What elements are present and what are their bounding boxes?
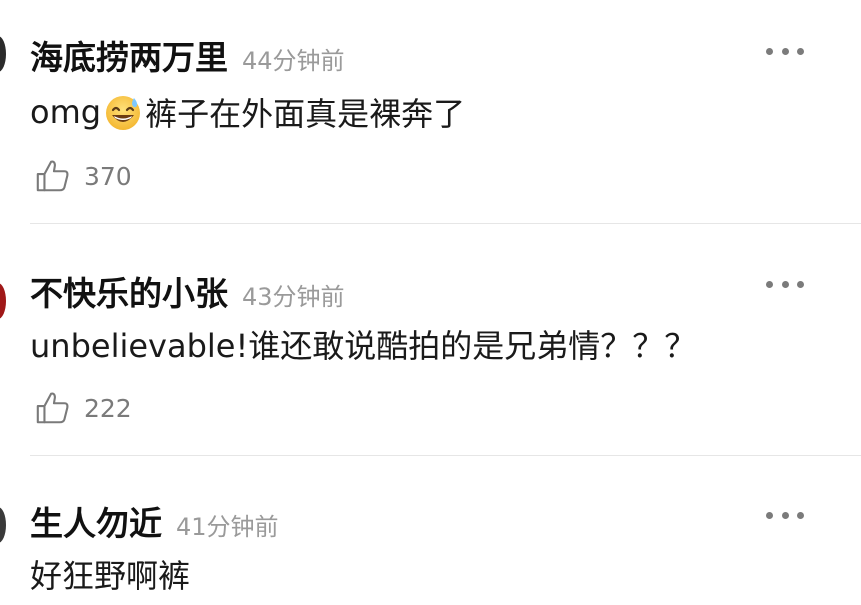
divider (30, 223, 861, 224)
like-button[interactable]: 222 (34, 389, 132, 427)
divider (30, 455, 861, 456)
more-options-button[interactable] (766, 46, 804, 56)
more-icon (781, 511, 789, 519)
comment-header: 生人勿近 41分钟前 (30, 497, 279, 545)
sweat-smile-emoji (106, 96, 141, 130)
comment-text-part: omg (30, 93, 102, 131)
timestamp: 41分钟前 (176, 513, 279, 541)
username[interactable]: 生人勿近 (30, 497, 162, 545)
more-icon (797, 511, 804, 519)
comment-header: 不快乐的小张 43分钟前 (30, 267, 345, 315)
more-icon (766, 47, 773, 55)
comment-text: unbelievable!谁还敢说酷拍的是兄弟情？？？ (30, 327, 697, 365)
comment-text: 好狂野啊裤 (30, 557, 191, 595)
avatar[interactable] (0, 36, 6, 72)
more-icon (766, 511, 773, 519)
username[interactable]: 海底捞两万里 (30, 31, 228, 79)
like-button[interactable]: 370 (34, 157, 132, 195)
comment-item: 海底捞两万里 44分钟前 omg 裤子在外面真是裸奔了 370 (0, 0, 861, 225)
avatar[interactable] (0, 507, 6, 543)
comment-text: omg 裤子在外面真是裸奔了 (30, 90, 465, 134)
timestamp: 43分钟前 (242, 283, 345, 311)
more-icon (766, 280, 773, 288)
thumbs-up-icon (36, 392, 69, 424)
comment-item: 生人勿近 41分钟前 好狂野啊裤 (0, 457, 861, 605)
avatar[interactable] (0, 283, 6, 319)
more-icon (797, 280, 804, 288)
more-icon (797, 47, 804, 55)
more-icon (781, 280, 789, 288)
more-options-button[interactable] (766, 510, 804, 520)
more-options-button[interactable] (766, 279, 804, 289)
thumbs-up-icon (36, 160, 69, 192)
more-icon (781, 47, 789, 55)
comment-text-part: 裤子在外面真是裸奔了 (145, 95, 466, 133)
comment-item: 不快乐的小张 43分钟前 unbelievable!谁还敢说酷拍的是兄弟情？？？… (0, 225, 861, 455)
username[interactable]: 不快乐的小张 (30, 267, 228, 315)
like-count: 370 (84, 161, 132, 191)
timestamp: 44分钟前 (242, 47, 345, 75)
comment-header: 海底捞两万里 44分钟前 (30, 31, 345, 79)
like-count: 222 (84, 393, 132, 423)
